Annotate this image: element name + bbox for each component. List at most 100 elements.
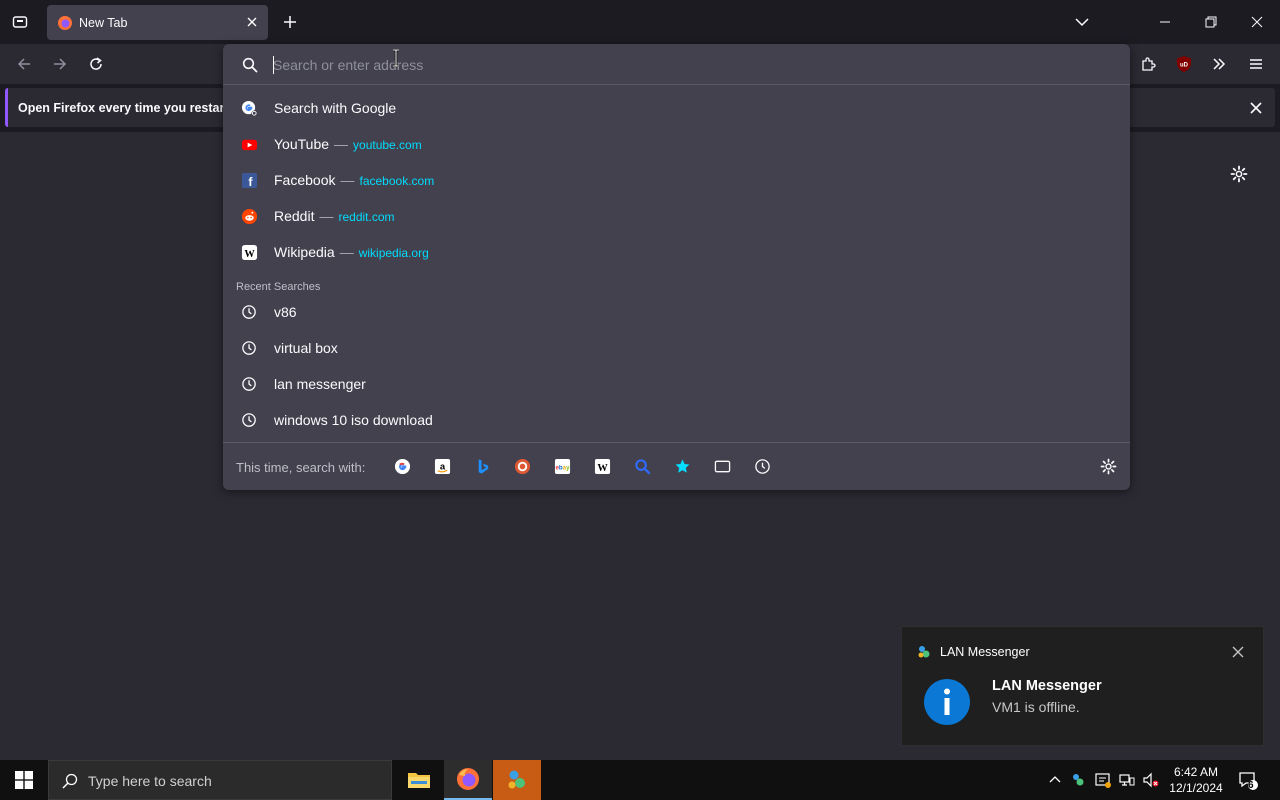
tray-lan-messenger[interactable] bbox=[1064, 766, 1092, 794]
reload-button[interactable] bbox=[82, 50, 110, 78]
network-icon bbox=[1119, 774, 1135, 786]
plus-icon bbox=[284, 16, 296, 28]
firefox-icon bbox=[457, 768, 479, 790]
recent-search-label: virtual box bbox=[274, 340, 338, 356]
history-search-button[interactable] bbox=[753, 457, 771, 475]
taskbar-search-placeholder: Type here to search bbox=[88, 773, 212, 789]
recent-search-row[interactable]: virtual box bbox=[223, 330, 1130, 366]
tab-new-tab[interactable]: New Tab bbox=[47, 5, 268, 40]
suggestion-row-reddit[interactable]: Reddit — reddit.com bbox=[223, 198, 1130, 234]
recent-search-row[interactable]: v86 bbox=[223, 294, 1130, 330]
suggestion-row-facebook[interactable]: f Facebook — facebook.com bbox=[223, 162, 1130, 198]
separator-dash: — bbox=[334, 136, 349, 152]
ebay-icon: ebay bbox=[554, 458, 570, 474]
extensions-button[interactable] bbox=[1134, 50, 1162, 78]
taskbar-clock[interactable]: 6:42 AM 12/1/2024 bbox=[1166, 764, 1226, 796]
reddit-icon bbox=[241, 208, 258, 225]
toast-close-button[interactable] bbox=[1224, 638, 1252, 666]
tray-volume[interactable] bbox=[1137, 766, 1165, 794]
notification-close-button[interactable] bbox=[1242, 94, 1270, 122]
customize-newtab-button[interactable] bbox=[1225, 160, 1253, 188]
tabs-icon bbox=[714, 460, 730, 472]
google-engine-button[interactable] bbox=[393, 457, 411, 475]
bookmarks-search-button[interactable] bbox=[673, 457, 691, 475]
toast-message: VM1 is offline. bbox=[992, 699, 1080, 715]
search-with-google-row[interactable]: Search with Google bbox=[223, 90, 1130, 126]
wikipedia-icon: W bbox=[241, 244, 258, 261]
taskbar-file-explorer[interactable] bbox=[395, 760, 443, 800]
reload-icon bbox=[90, 57, 102, 70]
bing-icon bbox=[478, 458, 488, 474]
info-icon bbox=[924, 679, 970, 725]
start-button[interactable] bbox=[0, 760, 48, 800]
lan-messenger-toast[interactable]: LAN Messenger LAN Messenger VM1 is offli… bbox=[901, 626, 1264, 746]
history-icon bbox=[754, 458, 770, 474]
lan-messenger-icon bbox=[508, 770, 525, 789]
notifications-count: 6 bbox=[1248, 780, 1254, 791]
site-url: facebook.com bbox=[359, 174, 435, 188]
search-engine-button[interactable] bbox=[633, 457, 651, 475]
history-clock-icon bbox=[242, 377, 256, 391]
recent-search-row[interactable]: lan messenger bbox=[223, 366, 1130, 402]
back-button[interactable] bbox=[10, 50, 38, 78]
site-name: YouTube bbox=[274, 136, 330, 152]
search-with-google-label: Search with Google bbox=[274, 100, 397, 116]
urlbar bbox=[223, 44, 1130, 85]
windows-logo-icon bbox=[15, 771, 33, 789]
lan-messenger-tray-icon bbox=[1073, 774, 1084, 786]
duckduckgo-engine-button[interactable] bbox=[513, 457, 531, 475]
firefox-view-button[interactable] bbox=[6, 8, 34, 36]
firefox-tab-icon bbox=[58, 15, 72, 30]
amazon-icon: a bbox=[434, 458, 450, 474]
file-explorer-icon bbox=[408, 773, 430, 788]
lan-messenger-app-icon bbox=[918, 646, 930, 658]
bing-engine-button[interactable] bbox=[473, 457, 491, 475]
puzzle-icon bbox=[1142, 57, 1156, 71]
separator-dash: — bbox=[340, 172, 355, 188]
gear-icon bbox=[1230, 165, 1248, 183]
new-tab-button[interactable] bbox=[276, 8, 304, 36]
search-icon bbox=[242, 57, 258, 73]
action-center-button[interactable]: 6 bbox=[1234, 766, 1262, 794]
svg-text:uD: uD bbox=[1180, 63, 1189, 69]
restore-button[interactable] bbox=[1197, 8, 1225, 36]
taskbar-search-box[interactable]: Type here to search bbox=[48, 760, 392, 800]
history-clock-icon bbox=[242, 305, 256, 319]
gear-icon bbox=[1100, 458, 1116, 474]
ebay-engine-button[interactable]: ebay bbox=[553, 457, 571, 475]
history-clock-icon bbox=[242, 413, 256, 427]
search-settings-button[interactable] bbox=[1099, 457, 1117, 475]
recent-search-label: windows 10 iso download bbox=[274, 412, 433, 428]
suggestion-row-youtube[interactable]: YouTube — youtube.com bbox=[223, 126, 1130, 162]
list-all-tabs-button[interactable] bbox=[1068, 8, 1096, 36]
urlbar-input[interactable] bbox=[273, 56, 973, 74]
google-icon bbox=[394, 458, 410, 474]
tabs-search-button[interactable] bbox=[713, 457, 731, 475]
app-menu-button[interactable] bbox=[1242, 50, 1270, 78]
hamburger-menu-icon bbox=[1250, 59, 1262, 69]
one-off-search-bar: This time, search with: a ebay W bbox=[223, 442, 1130, 490]
ublock-origin-button[interactable]: uD bbox=[1170, 50, 1198, 78]
taskbar-lan-messenger[interactable] bbox=[493, 760, 541, 800]
separator-dash: — bbox=[319, 208, 334, 224]
recent-search-row[interactable]: windows 10 iso download bbox=[223, 402, 1130, 438]
more-tools-button[interactable] bbox=[1205, 50, 1233, 78]
recent-searches-heading: Recent Searches bbox=[236, 281, 321, 293]
clock-time: 6:42 AM bbox=[1173, 765, 1219, 779]
taskbar-firefox[interactable] bbox=[444, 760, 492, 800]
minimize-button[interactable] bbox=[1151, 8, 1179, 36]
firefox-view-icon bbox=[12, 16, 28, 28]
amazon-engine-button[interactable]: a bbox=[433, 457, 451, 475]
ibeam-cursor-icon bbox=[393, 49, 399, 67]
close-tab-icon[interactable] bbox=[245, 15, 259, 29]
forward-button[interactable] bbox=[46, 50, 74, 78]
suggestion-row-wikipedia[interactable]: W Wikipedia — wikipedia.org bbox=[223, 234, 1130, 270]
svg-text:ebay: ebay bbox=[555, 464, 570, 471]
facebook-icon: f bbox=[241, 172, 258, 189]
tab-strip: New Tab bbox=[0, 0, 1280, 44]
clock-date: 12/1/2024 bbox=[1169, 781, 1223, 795]
chevron-up-icon bbox=[1049, 776, 1061, 783]
close-window-button[interactable] bbox=[1243, 8, 1271, 36]
close-icon bbox=[1250, 102, 1262, 114]
wikipedia-engine-button[interactable]: W bbox=[593, 457, 611, 475]
